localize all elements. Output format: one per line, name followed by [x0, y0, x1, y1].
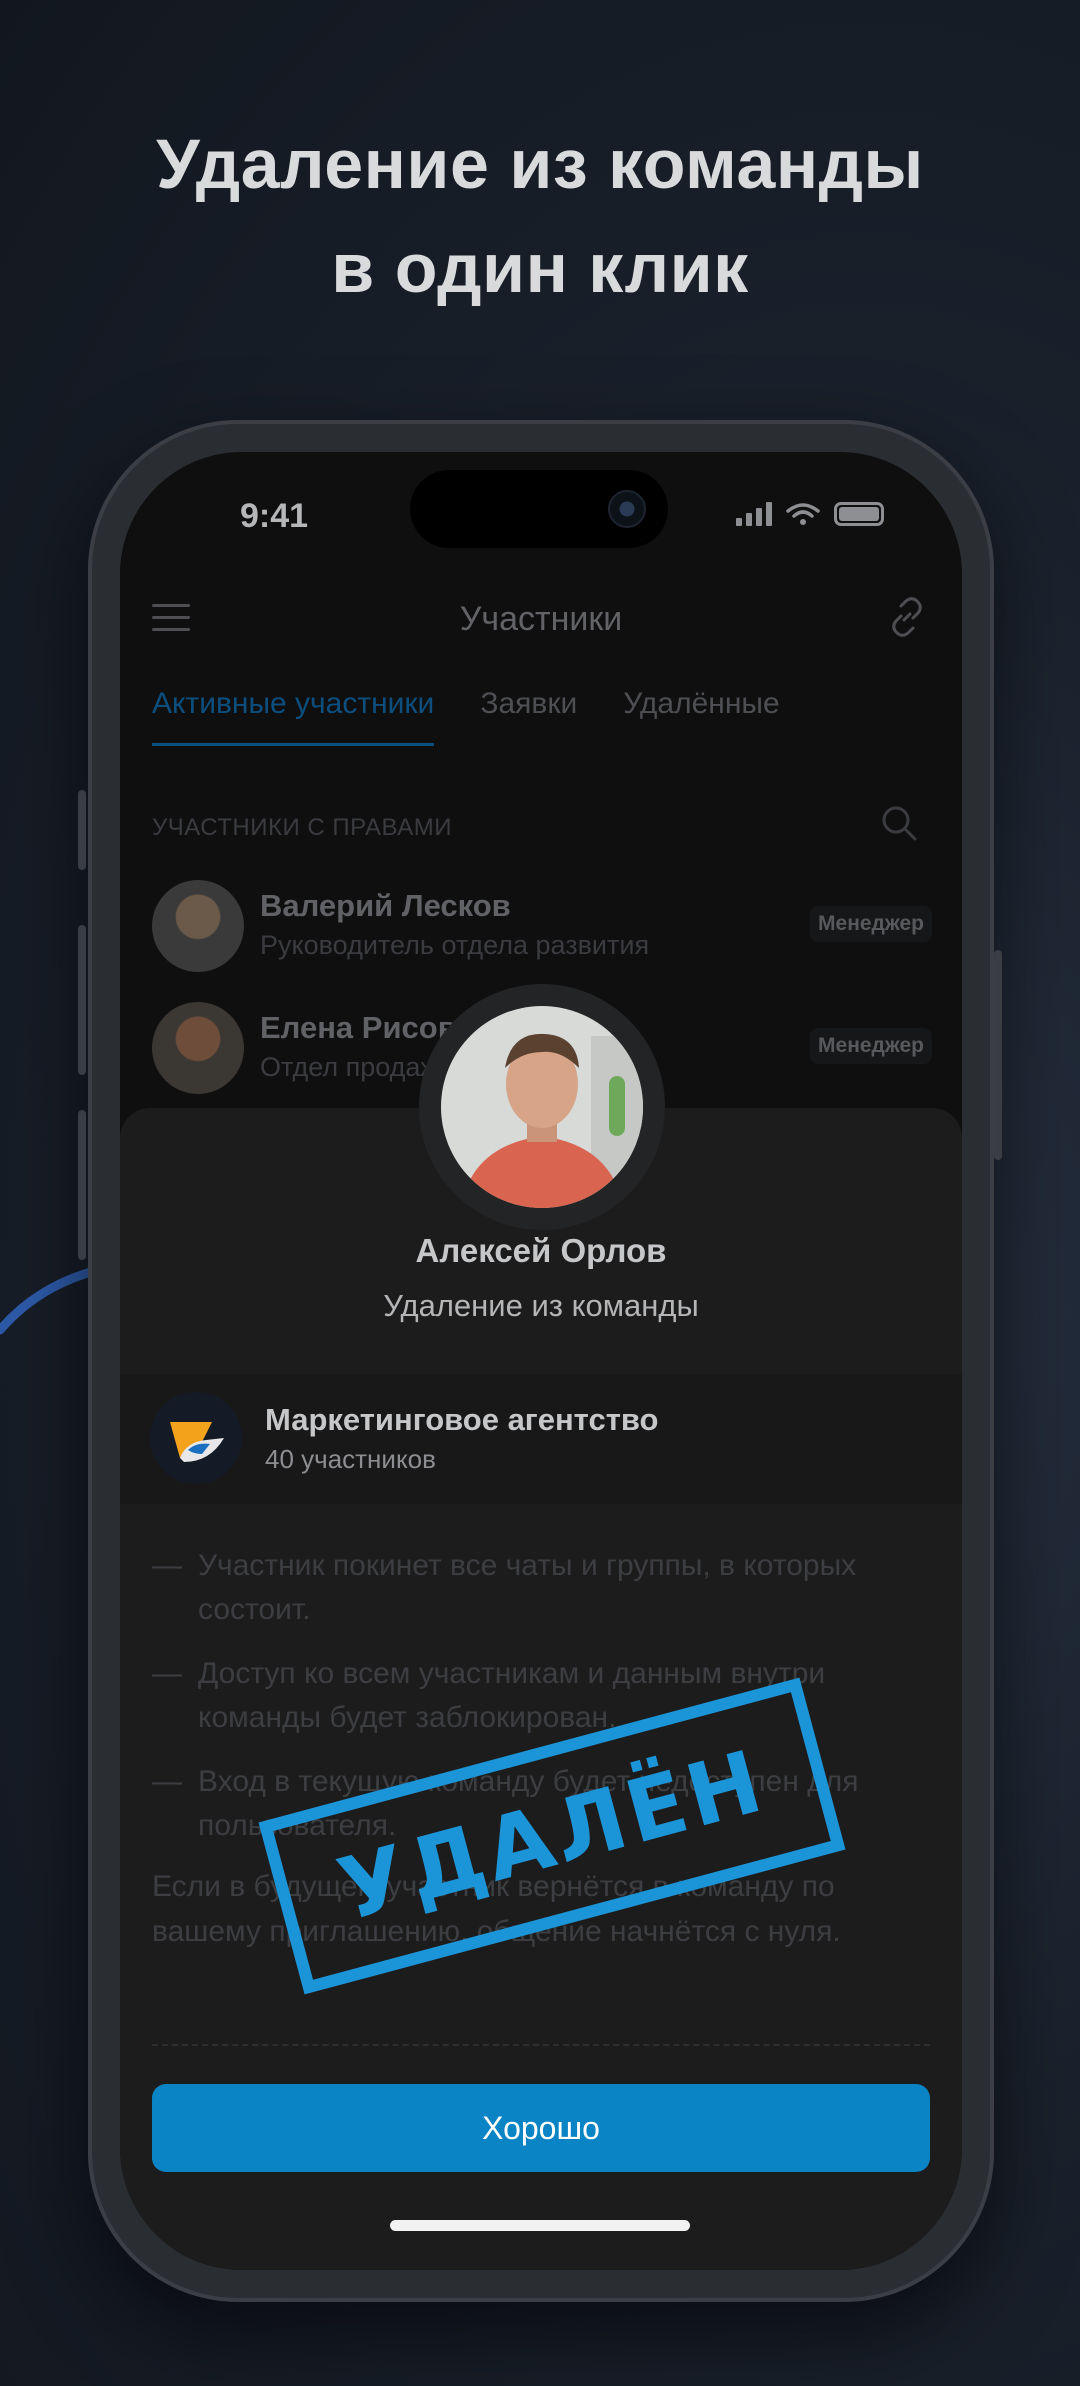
signal-icon	[736, 502, 772, 526]
team-name: Маркетинговое агентство	[265, 1402, 659, 1437]
headline-line-2: в один клик	[331, 229, 749, 307]
profile-avatar	[419, 984, 665, 1230]
tab-active-members[interactable]: Активные участники	[152, 687, 435, 746]
side-button-volume-up	[78, 925, 86, 1075]
list-item[interactable]: Валерий Лесков Руководитель отдела разви…	[152, 880, 932, 972]
app-header: Участники	[120, 582, 962, 662]
link-icon[interactable]	[886, 596, 928, 638]
side-button-action	[78, 790, 86, 870]
search-icon[interactable]	[880, 804, 918, 842]
camera-icon	[608, 490, 646, 528]
dynamic-island	[410, 470, 668, 548]
member-name: Елена Рисов	[260, 1010, 457, 1045]
header-title: Участники	[459, 600, 623, 638]
list-item: Доступ ко всем участникам и данным внутр…	[152, 1652, 932, 1740]
role-badge: Менеджер	[810, 1028, 932, 1064]
member-role: Отдел продаж	[260, 1052, 439, 1082]
member-full-name: Алексей Орлов	[415, 1232, 667, 1269]
status-bar: 9:41	[120, 452, 962, 572]
section-label: УЧАСТНИКИ С ПРАВАМИ	[152, 814, 453, 841]
avatar	[152, 880, 244, 972]
status-icons	[736, 502, 884, 526]
divider	[152, 2044, 930, 2046]
home-indicator	[390, 2220, 690, 2231]
tab-deleted[interactable]: Удалённые	[623, 687, 779, 746]
tab-requests[interactable]: Заявки	[480, 687, 577, 746]
team-member-count: 40 участников	[265, 1444, 436, 1474]
side-button-volume-down	[78, 1110, 86, 1260]
sheet-subtitle: Удаление из команды	[383, 1288, 699, 1323]
ok-button[interactable]: Хорошо	[152, 2084, 930, 2172]
status-time: 9:41	[240, 497, 309, 535]
side-button-power	[994, 950, 1002, 1160]
battery-icon	[834, 502, 884, 526]
avatar	[152, 1002, 244, 1094]
promo-headline: Удаление из команды в один клик	[0, 112, 1080, 320]
tabs: Активные участники Заявки Удалённые	[152, 687, 780, 746]
team-card: Маркетинговое агентство 40 участников	[120, 1374, 962, 1504]
headline-line-1: Удаление из команды	[156, 125, 924, 203]
role-badge: Менеджер	[810, 906, 932, 942]
team-logo-icon	[150, 1392, 242, 1484]
wifi-icon	[786, 503, 820, 525]
list-item: Участник покинет все чаты и группы, в ко…	[152, 1544, 932, 1632]
member-name: Валерий Лесков	[260, 888, 511, 923]
member-role: Руководитель отдела развития	[260, 930, 650, 960]
profile-photo	[441, 1006, 643, 1208]
phone-screen: 9:41 Участники Активные участники Заявки	[120, 452, 962, 2270]
